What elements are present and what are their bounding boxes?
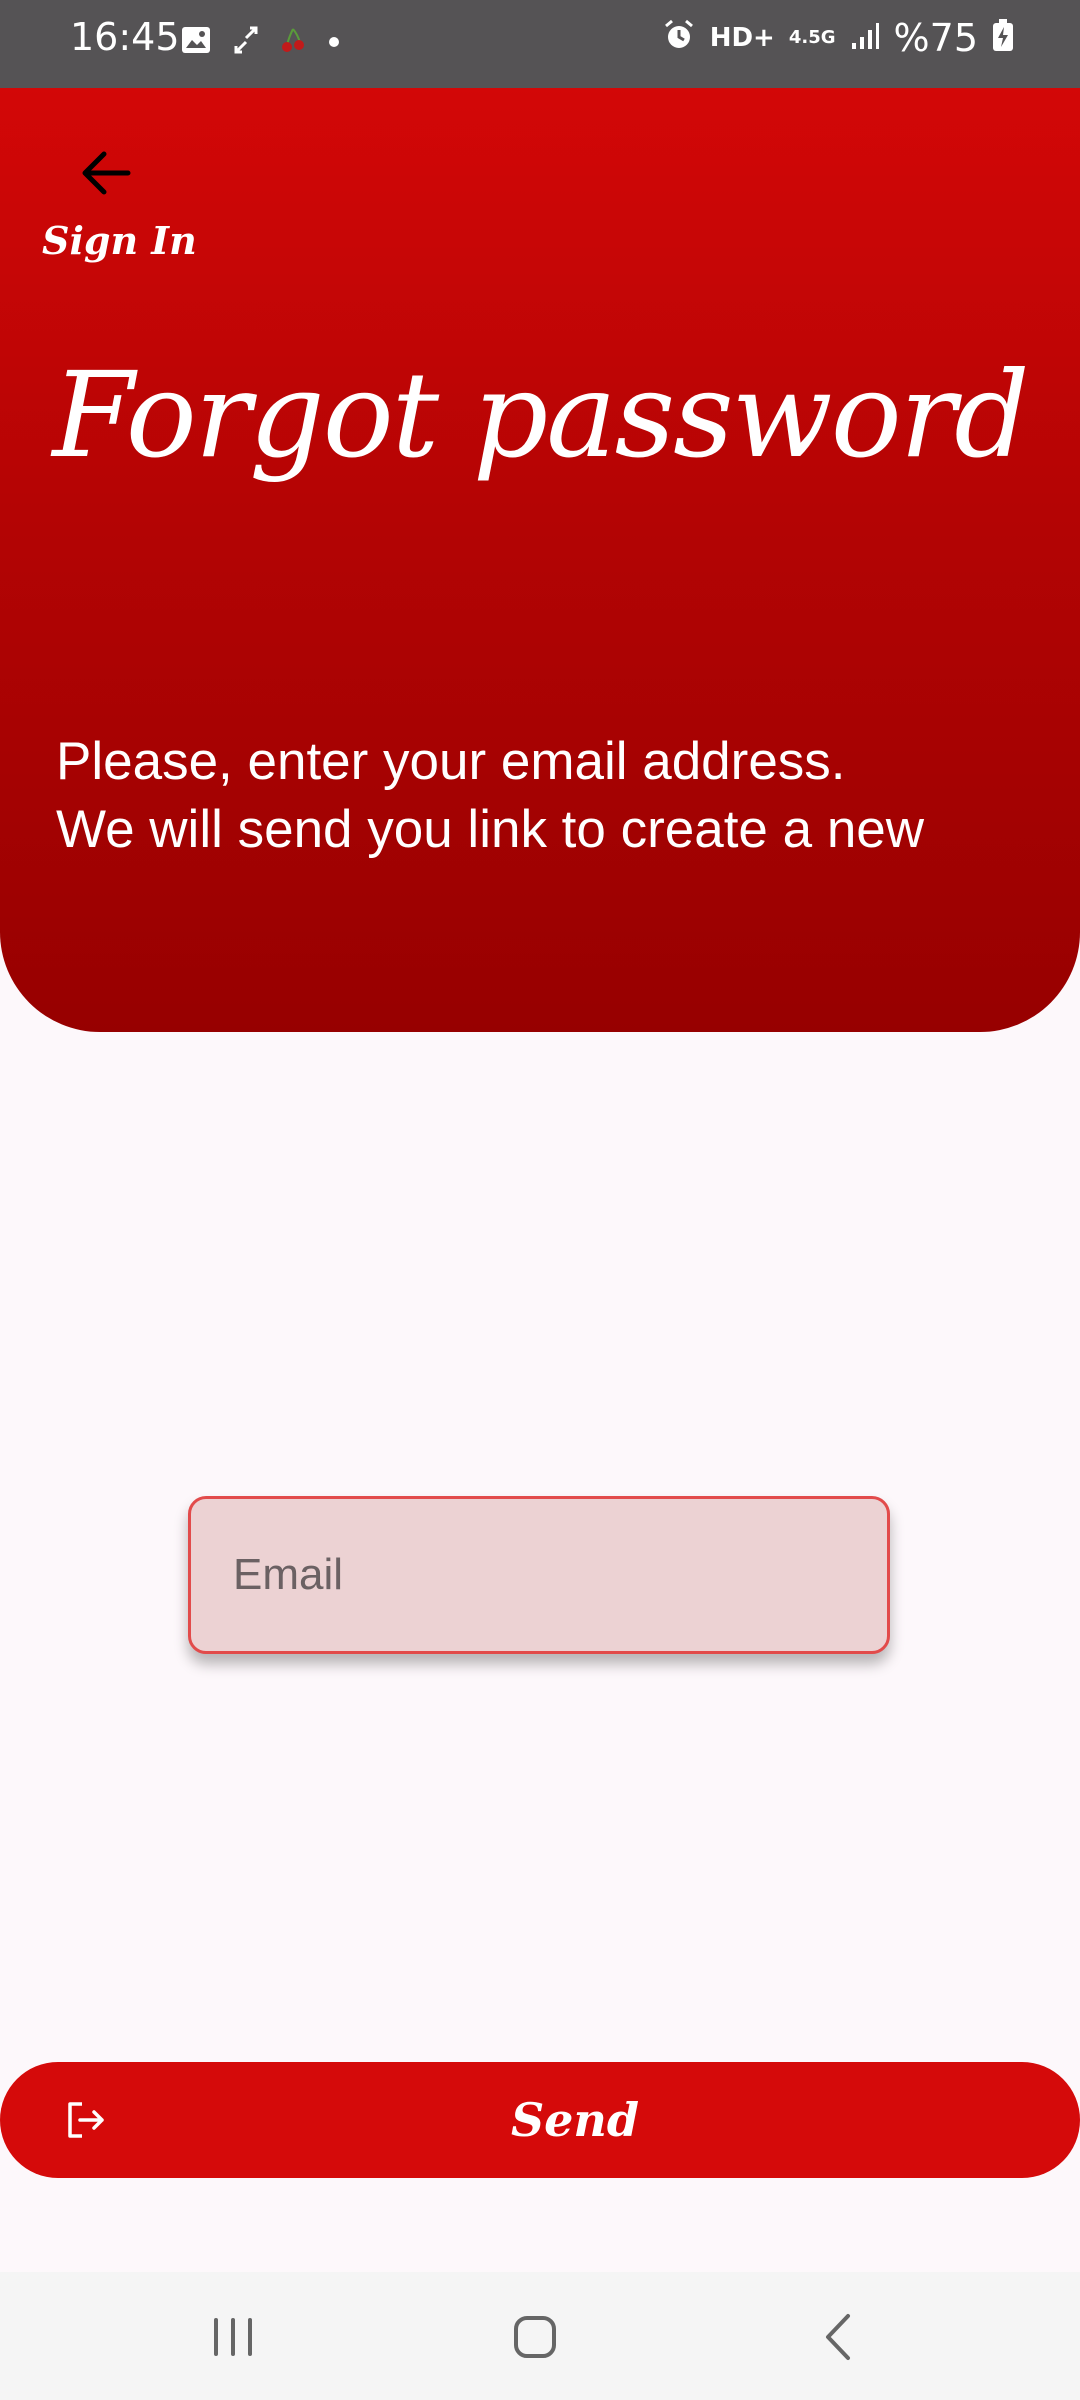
image-icon bbox=[180, 24, 212, 60]
sign-in-link[interactable]: Sign In bbox=[42, 218, 197, 263]
status-right-icons: HD+ 4.5G %75 bbox=[662, 18, 1014, 58]
status-left-icons bbox=[180, 24, 340, 60]
hd-plus-icon: HD+ bbox=[709, 23, 775, 53]
status-bar: 16:45 HD+ 4.5G %75 bbox=[0, 0, 1080, 88]
back-nav-button[interactable] bbox=[804, 2302, 874, 2372]
battery-charging-icon bbox=[992, 18, 1014, 58]
battery-percentage: %75 bbox=[893, 16, 978, 60]
home-icon bbox=[514, 2316, 556, 2358]
dot-icon bbox=[328, 33, 340, 52]
signal-icon bbox=[850, 19, 880, 57]
system-nav-bar bbox=[0, 2272, 1080, 2400]
send-button-label: Send bbox=[510, 2093, 640, 2147]
header-banner: Sign In Forgot password Please, enter yo… bbox=[0, 88, 1080, 1032]
status-time: 16:45 bbox=[70, 15, 180, 59]
arrow-left-icon bbox=[82, 151, 131, 195]
cherry-icon bbox=[280, 25, 306, 59]
back-button[interactable] bbox=[74, 140, 140, 206]
sync-icon bbox=[234, 24, 258, 60]
home-button[interactable] bbox=[500, 2302, 570, 2372]
recent-apps-button[interactable] bbox=[198, 2302, 268, 2372]
back-nav-icon bbox=[826, 2314, 850, 2360]
network-4.5g-icon: 4.5G bbox=[788, 27, 836, 48]
recent-apps-icon bbox=[214, 2318, 252, 2356]
description-line-2: We will send you link to create a new bbox=[56, 800, 925, 859]
alarm-icon bbox=[662, 18, 696, 58]
email-input[interactable] bbox=[191, 1499, 887, 1651]
description-line-1: Please, enter your email address. bbox=[56, 732, 846, 791]
send-button[interactable]: Send bbox=[0, 2062, 1080, 2178]
email-field[interactable] bbox=[188, 1496, 890, 1654]
description-text: Please, enter your email address. We wil… bbox=[56, 728, 1046, 868]
page-title: Forgot password bbox=[52, 346, 1029, 484]
